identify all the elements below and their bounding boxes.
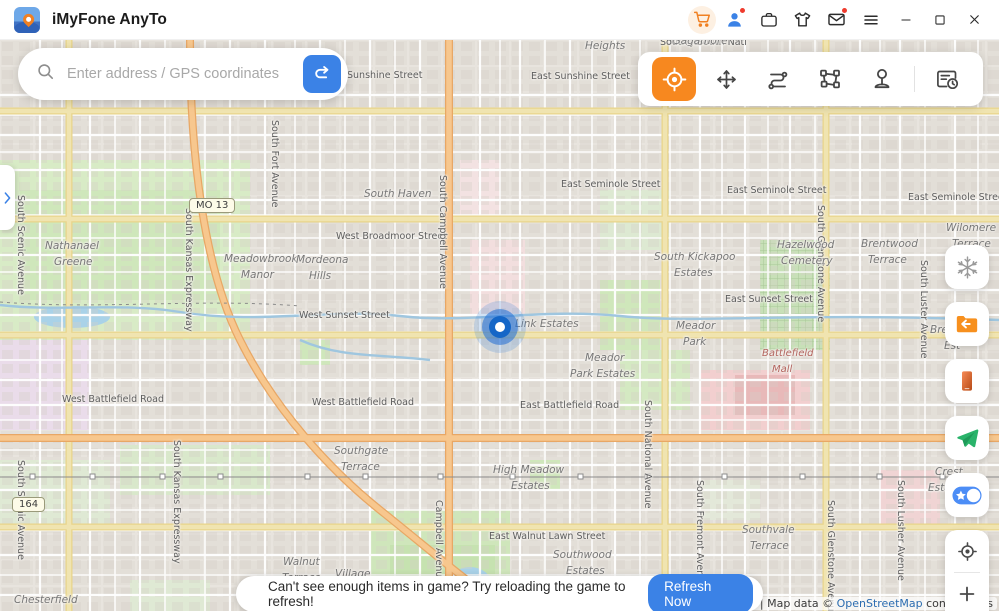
map-tools-rail xyxy=(945,245,989,611)
map-route-shield: 164 xyxy=(12,497,46,512)
app-title: iMyFone AnyTo xyxy=(52,10,167,28)
app-logo-icon xyxy=(14,6,40,33)
search-icon xyxy=(36,62,55,86)
tshirt-icon[interactable] xyxy=(787,4,818,35)
account-badge xyxy=(739,7,746,14)
map-viewport[interactable]: Sunshine Street East Sunshine Street East … xyxy=(0,40,999,611)
minimize-button[interactable] xyxy=(889,0,923,40)
toolbar-divider xyxy=(914,66,915,92)
search-input[interactable] xyxy=(67,66,303,82)
locate-button[interactable] xyxy=(945,530,989,572)
mail-badge xyxy=(841,7,848,14)
device-button[interactable] xyxy=(945,359,989,403)
account-icon[interactable] xyxy=(719,4,750,35)
app-window: Sunshine Street East Sunshine Street East … xyxy=(0,0,999,611)
zoom-in-button[interactable] xyxy=(945,573,989,611)
close-button[interactable] xyxy=(957,0,991,40)
history-records[interactable] xyxy=(925,57,969,101)
search-bar[interactable] xyxy=(18,48,348,100)
attrib-prefix: Map data © xyxy=(767,597,837,610)
multi-spot-move-mode[interactable] xyxy=(704,57,748,101)
menu-icon[interactable] xyxy=(855,4,886,35)
refresh-now-button[interactable]: Refresh Now xyxy=(648,574,753,611)
maximize-button[interactable] xyxy=(923,0,957,40)
favorites-toggle[interactable] xyxy=(945,473,989,517)
telegram-button[interactable] xyxy=(945,416,989,460)
mail-icon[interactable] xyxy=(821,4,852,35)
cooldown-timer-button[interactable] xyxy=(945,245,989,289)
expand-panel-tab[interactable] xyxy=(0,165,15,230)
banner-message: Can't see enough items in game? Try relo… xyxy=(268,579,626,609)
mode-toolbar xyxy=(638,52,983,106)
refresh-banner: Can't see enough items in game? Try relo… xyxy=(236,574,763,611)
multi-spot-route-mode[interactable] xyxy=(808,57,852,101)
title-bar: iMyFone AnyTo xyxy=(0,0,999,40)
cart-icon[interactable] xyxy=(688,5,716,34)
two-spot-route-mode[interactable] xyxy=(756,57,800,101)
current-location-marker[interactable] xyxy=(474,301,526,353)
search-go-button[interactable] xyxy=(303,55,341,93)
map-route-shield: MO 13 xyxy=(189,198,236,213)
osm-link[interactable]: OpenStreetMap xyxy=(837,597,923,610)
briefcase-icon[interactable] xyxy=(753,4,784,35)
joystick-mode[interactable] xyxy=(860,57,904,101)
teleport-mode[interactable] xyxy=(652,57,696,101)
title-bar-controls xyxy=(688,0,999,40)
zoom-controls xyxy=(945,530,989,611)
import-gpx-button[interactable] xyxy=(945,302,989,346)
